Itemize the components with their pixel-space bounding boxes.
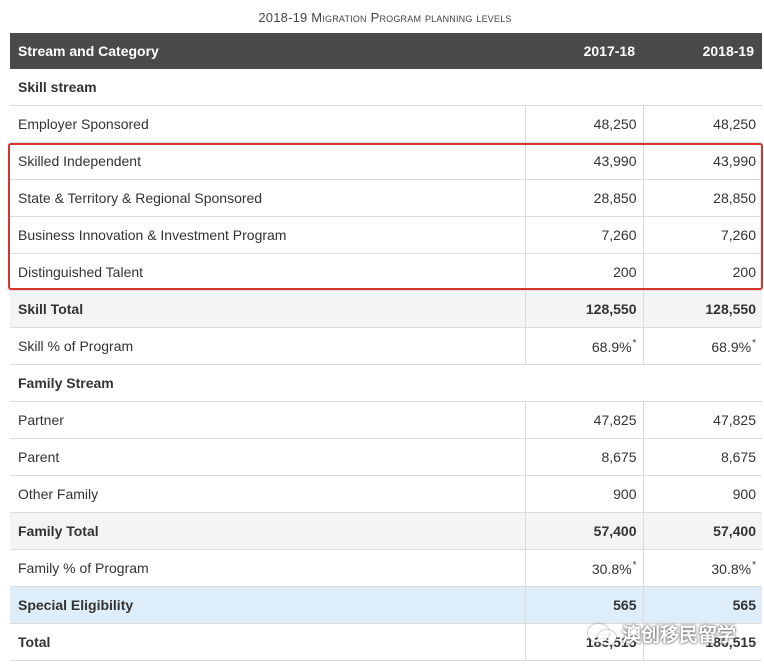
row-label: Employer Sponsored [10, 105, 525, 143]
value-2017-18: 128,550 [524, 290, 643, 328]
value-2017-18: 47,825 [524, 401, 643, 439]
table-row-family-percent: Family % of Program 30.8%* 30.8%* [10, 549, 762, 587]
value-2018-19: 7,260 [642, 216, 762, 254]
row-label: Family % of Program [10, 549, 525, 587]
row-label: Skill Total [10, 290, 525, 328]
table-row-skill-total: Skill Total 128,550 128,550 [10, 290, 762, 328]
value-2018-19: 68.9%* [642, 327, 762, 365]
row-label: Skill % of Program [10, 327, 525, 365]
chat-bubbles-icon [588, 622, 616, 645]
value-2017-18: 57,400 [524, 512, 643, 550]
value-2018-19: 900 [642, 475, 762, 513]
watermark: 澳创移民留学 [588, 616, 736, 650]
row-label: Other Family [10, 475, 525, 513]
value-2017-18: 7,260 [524, 216, 643, 254]
value-2017-18: 68.9%* [524, 327, 643, 365]
value-2018-19: 57,400 [642, 512, 762, 550]
table-row-employer-sponsored: Employer Sponsored 48,250 48,250 [10, 105, 762, 143]
table-caption: 2018-19 Migration Program planning level… [258, 10, 512, 25]
value-2017-18: 8,675 [524, 438, 643, 476]
table-row-skill-percent: Skill % of Program 68.9%* 68.9%* [10, 327, 762, 365]
value-2017-18: 200 [524, 253, 643, 291]
value-2017-18: 43,990 [524, 142, 643, 180]
row-label: State & Territory & Regional Sponsored [10, 179, 525, 217]
value-2018-19: 48,250 [642, 105, 762, 143]
footnote-marker: * [752, 559, 756, 571]
migration-program-table: Stream and Category 2017-18 2018-19 Skil… [10, 33, 762, 661]
watermark-text: 澳创移民留学 [622, 624, 737, 646]
percent-value: 30.8% [591, 560, 632, 577]
table-row-partner: Partner 47,825 47,825 [10, 401, 762, 439]
value-2018-19: 8,675 [642, 438, 762, 476]
footnote-marker: * [632, 559, 637, 571]
footnote-marker: * [632, 337, 637, 349]
value-2018-19: 128,550 [642, 290, 762, 328]
table-row-state-territory-regional: State & Territory & Regional Sponsored 2… [10, 179, 762, 217]
value-2017-18: 30.8%* [524, 549, 643, 587]
value-2017-18: 48,250 [524, 105, 643, 143]
table-row-skilled-independent: Skilled Independent 43,990 43,990 [10, 142, 762, 180]
row-label: Parent [10, 438, 525, 476]
value-2018-19: 30.8%* [642, 549, 762, 587]
table-row-skill-stream: Skill stream [10, 69, 762, 106]
row-label: Distinguished Talent [10, 253, 525, 291]
header-stream-category: Stream and Category [10, 33, 525, 69]
footnote-marker: * [752, 337, 756, 349]
value-2018-19: 28,850 [642, 179, 762, 217]
percent-value: 68.9% [591, 338, 632, 355]
value-2017-18: 900 [524, 475, 643, 513]
table-row-business-innovation: Business Innovation & Investment Program… [10, 216, 762, 254]
section-label: Skill stream [10, 69, 762, 106]
header-2017-18: 2017-18 [525, 33, 643, 69]
row-label: Skilled Independent [10, 142, 525, 180]
table-row-family-stream: Family Stream [10, 364, 762, 402]
row-label: Partner [10, 401, 525, 439]
header-row: Stream and Category 2017-18 2018-19 [10, 33, 762, 69]
header-2018-19: 2018-19 [643, 33, 762, 69]
section-label: Family Stream [10, 364, 762, 402]
table-row-distinguished-talent: Distinguished Talent 200 200 [10, 253, 762, 291]
value-2018-19: 43,990 [642, 142, 762, 180]
row-label: Total [10, 623, 525, 661]
row-label: Family Total [10, 512, 525, 550]
table-row-other-family: Other Family 900 900 [10, 475, 762, 513]
table-row-parent: Parent 8,675 8,675 [10, 438, 762, 476]
table-row-family-total: Family Total 57,400 57,400 [10, 512, 762, 550]
percent-value: 68.9% [711, 338, 752, 355]
value-2017-18: 28,850 [524, 179, 643, 217]
value-2018-19: 200 [642, 253, 762, 291]
value-2018-19: 47,825 [642, 401, 762, 439]
row-label: Business Innovation & Investment Program [10, 216, 525, 254]
row-label: Special Eligibility [10, 586, 525, 624]
percent-value: 30.8% [711, 560, 752, 577]
